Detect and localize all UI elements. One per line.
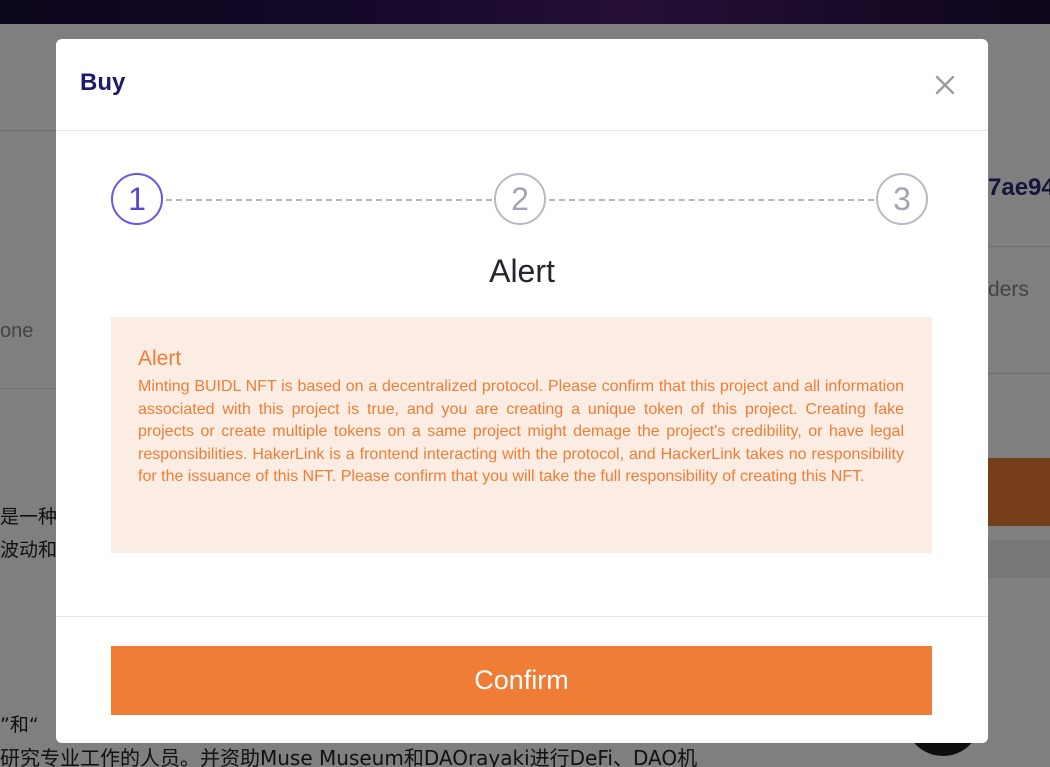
stepper: 1 2 3 xyxy=(56,172,988,232)
close-button[interactable] xyxy=(930,70,960,100)
step-connector xyxy=(166,199,492,201)
step-2-indicator: 2 xyxy=(494,173,546,225)
step-3-indicator: 3 xyxy=(876,173,928,225)
step-1-indicator: 1 xyxy=(111,173,163,225)
step-heading: Alert xyxy=(489,253,555,289)
alert-title: Alert xyxy=(138,347,182,370)
confirm-button[interactable]: Confirm xyxy=(111,646,932,715)
buy-modal: Buy 1 2 3 Alert Alert Minting BUIDL NFT … xyxy=(56,39,988,743)
alert-message: Minting BUIDL NFT is based on a decentra… xyxy=(138,378,904,486)
close-icon xyxy=(935,75,955,95)
footer-divider xyxy=(56,616,988,617)
modal-header: Buy xyxy=(56,39,988,131)
alert-box: Alert Minting BUIDL NFT is based on a de… xyxy=(111,317,932,553)
modal-title: Buy xyxy=(80,69,126,96)
step-connector xyxy=(549,199,874,201)
